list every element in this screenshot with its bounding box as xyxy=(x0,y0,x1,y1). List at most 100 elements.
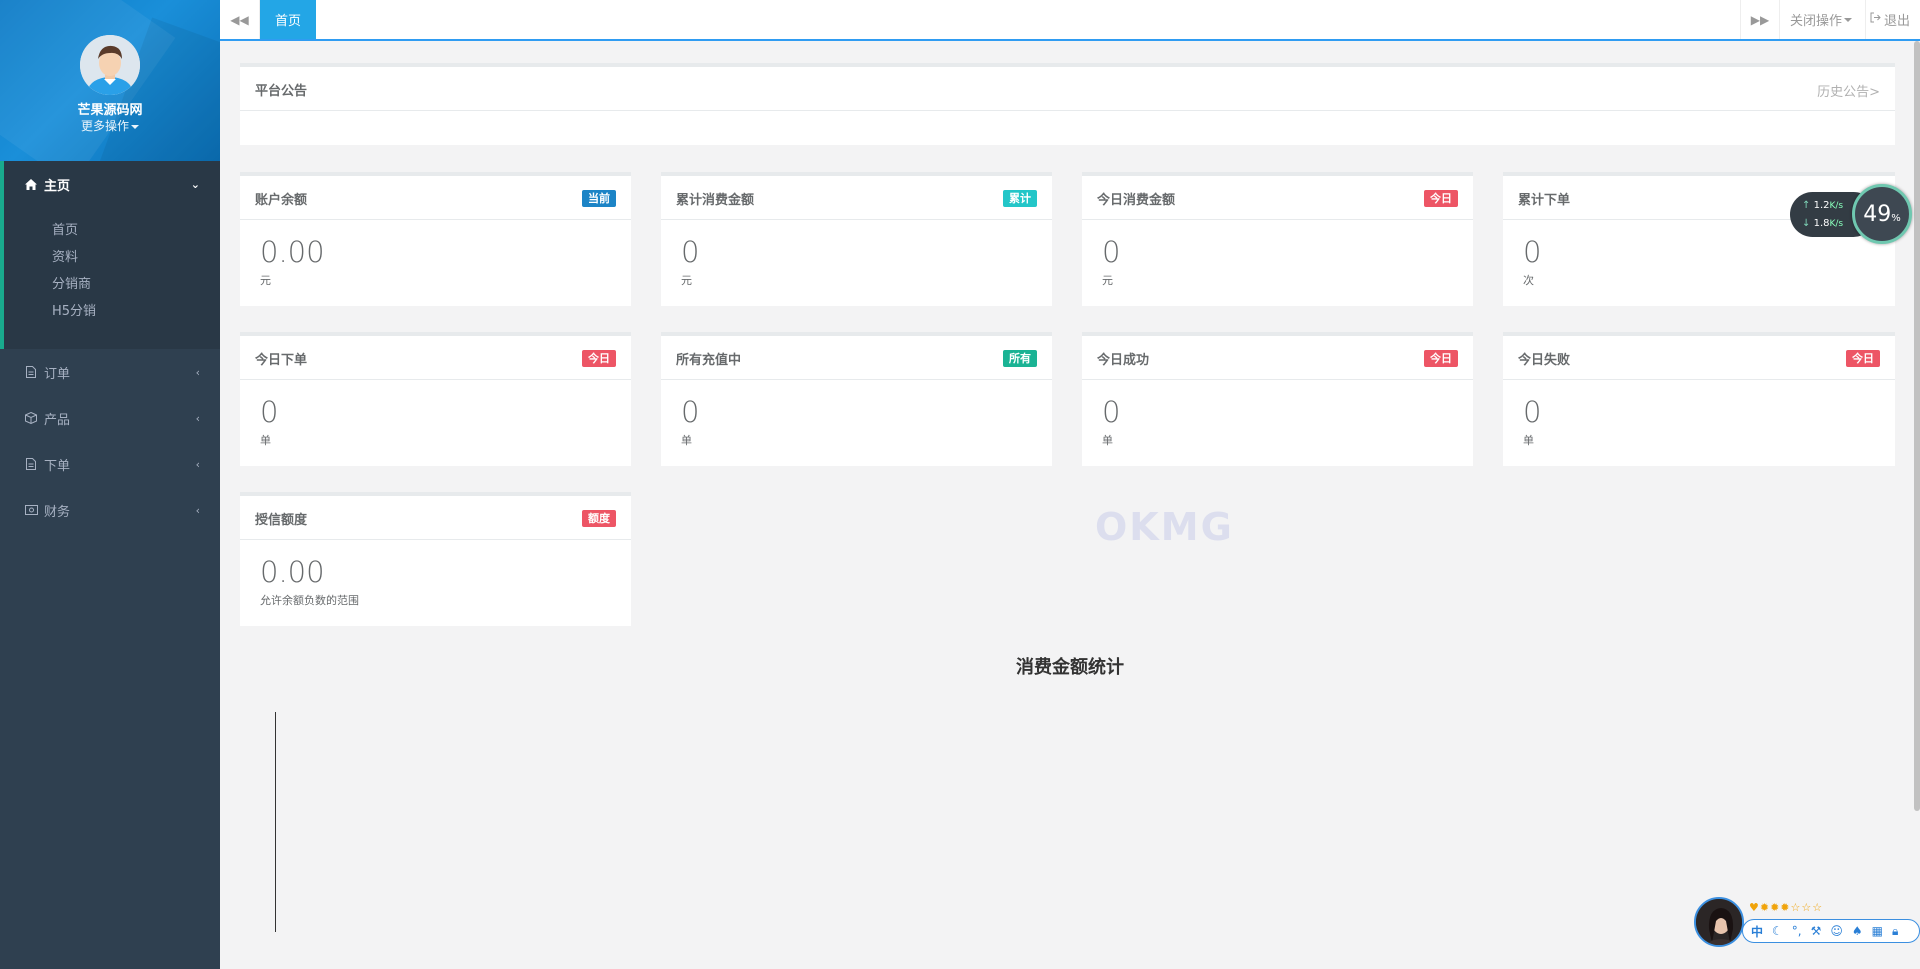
wrench-icon[interactable]: ⚒ xyxy=(1811,924,1822,938)
shirt-icon[interactable]: ♠ xyxy=(1852,924,1863,938)
stat-card-today-failed: 今日失败 今日 0 单 xyxy=(1503,332,1895,466)
caret-down-icon xyxy=(131,124,139,129)
sidebar-item-profile[interactable]: 资料 xyxy=(52,246,78,265)
double-chevron-left-icon: ◀◀ xyxy=(230,12,249,27)
close-operations-label: 关闭操作 xyxy=(1790,14,1843,29)
status-badge: 今日 xyxy=(582,350,616,367)
grid-icon[interactable]: ▦ xyxy=(1872,924,1883,938)
money-icon xyxy=(24,503,38,517)
upload-speed-value: 1.2 xyxy=(1813,200,1830,211)
stat-value: 0.00 xyxy=(260,235,325,269)
stat-unit: 单 xyxy=(260,434,271,447)
chevron-left-icon: ‹ xyxy=(195,411,200,425)
notice-panel: 平台公告 历史公告> xyxy=(240,63,1895,145)
top-tab-bar: ◀◀ 首页 ▶▶ 关闭操作 退出 xyxy=(220,0,1920,41)
cube-icon xyxy=(24,411,38,425)
memory-usage-value: 49 xyxy=(1863,201,1892,227)
punctuation-icon[interactable]: °, xyxy=(1792,924,1802,938)
sign-out-icon xyxy=(1870,12,1881,27)
nav-head-home[interactable]: 主页 ⌄ xyxy=(0,161,220,207)
stat-unit: 元 xyxy=(260,274,271,287)
logout-button[interactable]: 退出 xyxy=(1870,0,1910,39)
download-speed-value: 1.8 xyxy=(1813,218,1830,229)
status-badge: 额度 xyxy=(582,510,616,527)
sidebar-item-distributor[interactable]: 分销商 xyxy=(52,273,91,292)
status-badge: 累计 xyxy=(1003,190,1037,207)
stat-value: 0 xyxy=(1102,395,1121,429)
ime-avatar[interactable] xyxy=(1694,897,1744,947)
stat-card-recharging: 所有充值中 所有 0 单 xyxy=(661,332,1052,466)
stat-value: 0 xyxy=(681,235,700,269)
double-chevron-right-icon: ▶▶ xyxy=(1750,12,1770,27)
nav-group-home: 主页 ⌄ 首页 资料 分销商 H5分销 xyxy=(0,161,220,349)
chart-y-axis xyxy=(275,712,276,932)
lock-icon[interactable]: 🔒︎ xyxy=(1892,924,1898,939)
caret-down-icon xyxy=(1844,17,1853,22)
stat-card-title: 今日失败 xyxy=(1518,353,1571,368)
stat-value: 0 xyxy=(1102,235,1121,269)
status-badge: 所有 xyxy=(1003,350,1037,367)
sidebar-item-products[interactable]: 产品 ‹ xyxy=(0,395,220,441)
sidebar-item-h5-distribution[interactable]: H5分销 xyxy=(52,300,96,319)
ime-chinese-mode[interactable]: 中 xyxy=(1751,923,1763,940)
stat-unit: 元 xyxy=(1102,274,1113,287)
download-speed-unit: K/s xyxy=(1829,219,1844,229)
file-icon xyxy=(24,457,38,471)
sidebar: 芒果源码网 更多操作 主页 ⌄ 首页 资料 分销商 H5分销 订单 ‹ 产品 ‹ xyxy=(0,0,220,969)
stat-card-title: 今日成功 xyxy=(1097,353,1150,368)
stat-card-title: 今日消费金额 xyxy=(1097,193,1176,208)
arrow-up-icon: ↑ xyxy=(1802,200,1811,211)
smiley-icon[interactable]: ☺ xyxy=(1830,924,1843,938)
sidebar-item-home[interactable]: 首页 xyxy=(52,219,78,238)
level-stars: ♥✹✹✹☆☆☆ xyxy=(1749,901,1824,914)
moon-icon[interactable]: ☾ xyxy=(1772,924,1783,938)
scroll-tabs-left-button[interactable]: ◀◀ xyxy=(220,0,260,39)
status-badge: 当前 xyxy=(582,190,616,207)
notice-title: 平台公告 xyxy=(255,84,308,99)
avatar[interactable] xyxy=(80,35,140,95)
sidebar-item-finance[interactable]: 财务 ‹ xyxy=(0,487,220,533)
watermark: OKMG xyxy=(1095,505,1234,549)
stat-card-total-spent: 累计消费金额 累计 0 元 xyxy=(661,172,1052,306)
profile-panel: 芒果源码网 更多操作 xyxy=(0,0,220,161)
nav-head-home-label: 主页 xyxy=(44,178,71,194)
stat-unit: 元 xyxy=(681,274,692,287)
chart-title: 消费金额统计 xyxy=(1016,657,1124,678)
sidebar-item-orders-label: 订单 xyxy=(44,366,71,382)
more-actions-label: 更多操作 xyxy=(80,119,129,133)
memory-usage-ring[interactable]: 49% xyxy=(1852,184,1912,244)
ime-bar: 中 ☾ °, ⚒ ☺ ♠ ▦ 🔒︎ xyxy=(1742,919,1920,943)
close-operations-dropdown[interactable]: 关闭操作 xyxy=(1786,0,1866,39)
stat-unit: 单 xyxy=(1523,434,1534,447)
sidebar-item-place-order[interactable]: 下单 ‹ xyxy=(0,441,220,487)
more-actions-dropdown[interactable]: 更多操作 xyxy=(0,117,220,134)
history-notice-link[interactable]: 历史公告> xyxy=(1817,81,1880,100)
stat-card-today-success: 今日成功 今日 0 单 xyxy=(1082,332,1473,466)
sidebar-item-place-order-label: 下单 xyxy=(44,458,71,474)
scrollbar[interactable] xyxy=(1914,41,1920,811)
tab-home[interactable]: 首页 xyxy=(260,0,316,39)
stat-unit: 单 xyxy=(681,434,692,447)
stat-card-today-orders: 今日下单 今日 0 单 xyxy=(240,332,631,466)
stat-card-title: 累计下单 xyxy=(1518,193,1571,208)
chevron-left-icon: ‹ xyxy=(195,503,200,517)
stat-unit: 次 xyxy=(1523,274,1534,287)
sidebar-item-orders[interactable]: 订单 ‹ xyxy=(0,349,220,395)
stat-card-title: 今日下单 xyxy=(255,353,308,368)
scroll-tabs-right-button[interactable]: ▶▶ xyxy=(1740,0,1780,39)
stat-card-title: 授信额度 xyxy=(255,513,308,528)
percent-sign: % xyxy=(1891,212,1901,224)
stat-unit: 允许余额负数的范围 xyxy=(260,594,359,607)
stat-card-credit-limit: 授信额度 额度 0.00 允许余额负数的范围 xyxy=(240,492,631,626)
stat-card-title: 所有充值中 xyxy=(676,353,742,368)
sidebar-item-finance-label: 财务 xyxy=(44,504,71,520)
stat-card-balance: 账户余额 当前 0.00 元 xyxy=(240,172,631,306)
logout-label: 退出 xyxy=(1884,14,1911,29)
status-badge: 今日 xyxy=(1846,350,1880,367)
ime-toolbar: ♥✹✹✹☆☆☆ 中 ☾ °, ⚒ ☺ ♠ ▦ 🔒︎ xyxy=(1694,897,1920,947)
upload-speed-unit: K/s xyxy=(1829,201,1844,211)
main-content: 平台公告 历史公告> 账户余额 当前 0.00 元 累计消费金额 累计 0 元 今日… xyxy=(220,41,1920,969)
arrow-down-icon: ↓ xyxy=(1802,218,1811,229)
stat-value: 0 xyxy=(1523,395,1542,429)
sidebar-item-products-label: 产品 xyxy=(44,412,71,428)
